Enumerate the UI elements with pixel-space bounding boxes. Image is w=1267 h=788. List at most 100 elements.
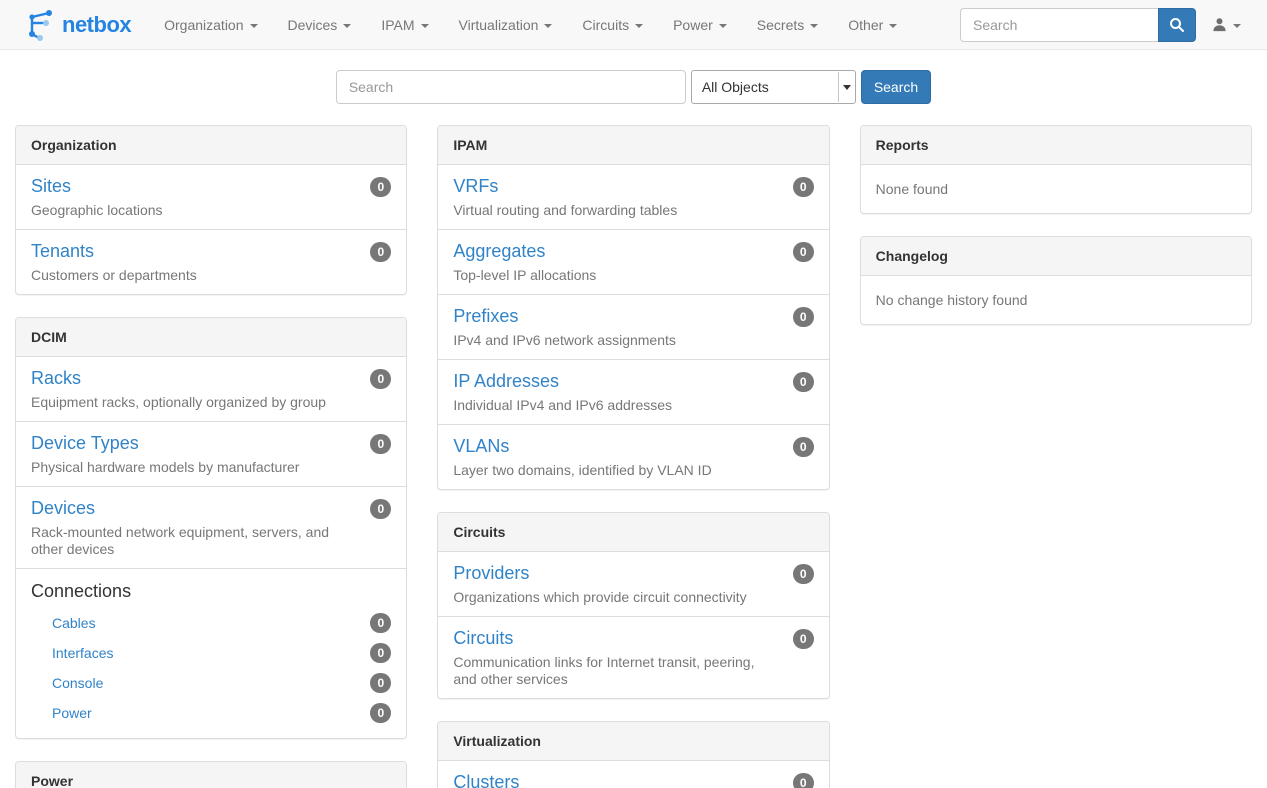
console-link[interactable]: Console: [52, 675, 103, 691]
navbar-search-button[interactable]: [1158, 8, 1196, 42]
top-navbar: netbox Organization Devices IPAM Virtual…: [0, 0, 1267, 50]
item-description: Communication links for Internet transit…: [453, 654, 813, 688]
global-search-bar: All Objects Search: [0, 70, 1267, 104]
caret-down-icon: [544, 24, 552, 28]
navbar-search-form: [960, 8, 1196, 42]
panel-title: Reports: [861, 126, 1251, 165]
list-item: Providers 0 Organizations which provide …: [438, 552, 828, 617]
devices-link[interactable]: Devices: [31, 497, 95, 519]
item-description: Rack-mounted network equipment, servers,…: [31, 524, 391, 558]
item-description: Organizations which provide circuit conn…: [453, 589, 813, 606]
panel-title: DCIM: [16, 318, 406, 357]
nav-item-ipam[interactable]: IPAM: [366, 0, 443, 50]
interfaces-link[interactable]: Interfaces: [52, 645, 113, 661]
count-badge: 0: [370, 369, 391, 389]
column-left: Organization Sites 0 Geographic location…: [0, 125, 422, 788]
search-icon: [1169, 17, 1185, 33]
connections-title: Connections: [31, 579, 391, 604]
count-badge: 0: [370, 673, 391, 693]
sites-link[interactable]: Sites: [31, 175, 71, 197]
count-badge: 0: [370, 499, 391, 519]
nav-item-other[interactable]: Other: [833, 0, 912, 50]
power-link[interactable]: Power: [52, 705, 92, 721]
netbox-logo[interactable]: netbox: [15, 8, 141, 42]
connection-row: Interfaces 0: [31, 638, 391, 668]
circuits-link[interactable]: Circuits: [453, 627, 513, 649]
main-search-button[interactable]: Search: [861, 70, 931, 104]
caret-down-icon: [421, 24, 429, 28]
panel-title: Changelog: [861, 237, 1251, 276]
providers-link[interactable]: Providers: [453, 562, 529, 584]
empty-state-text: No change history found: [861, 276, 1251, 324]
column-right: Reports None found Changelog No change h…: [845, 125, 1267, 788]
device-types-link[interactable]: Device Types: [31, 432, 139, 454]
nav-item-label: Devices: [288, 17, 338, 33]
count-badge: 0: [370, 242, 391, 262]
caret-down-icon: [250, 24, 258, 28]
item-description: Geographic locations: [31, 202, 391, 219]
nav-item-label: Organization: [164, 17, 243, 33]
nav-item-secrets[interactable]: Secrets: [742, 0, 833, 50]
list-item: Tenants 0 Customers or departments: [16, 230, 406, 294]
count-badge: 0: [370, 643, 391, 663]
count-badge: 0: [370, 703, 391, 723]
item-description: Virtual routing and forwarding tables: [453, 202, 813, 219]
connection-row: Power 0: [31, 698, 391, 728]
count-badge: 0: [793, 629, 814, 649]
nav-item-label: Power: [673, 17, 713, 33]
nav-item-devices[interactable]: Devices: [273, 0, 367, 50]
caret-down-icon: [889, 24, 897, 28]
count-badge: 0: [793, 773, 814, 788]
object-type-select-wrap: All Objects: [691, 70, 856, 104]
list-item: IP Addresses 0 Individual IPv4 and IPv6 …: [438, 360, 828, 425]
tenants-link[interactable]: Tenants: [31, 240, 94, 262]
connection-row: Cables 0: [31, 608, 391, 638]
power-panel: Power: [15, 761, 407, 788]
count-badge: 0: [370, 177, 391, 197]
nav-item-power[interactable]: Power: [658, 0, 742, 50]
main-search-input[interactable]: [336, 70, 686, 104]
ipam-panel: IPAM VRFs 0 Virtual routing and forwardi…: [437, 125, 829, 490]
object-type-select[interactable]: All Objects: [691, 70, 856, 104]
list-item: Aggregates 0 Top-level IP allocations: [438, 230, 828, 295]
item-description: Top-level IP allocations: [453, 267, 813, 284]
cables-link[interactable]: Cables: [52, 615, 96, 631]
count-badge: 0: [793, 177, 814, 197]
navbar-right: [960, 0, 1257, 50]
count-badge: 0: [370, 613, 391, 633]
list-item: Racks 0 Equipment racks, optionally orga…: [16, 357, 406, 422]
racks-link[interactable]: Racks: [31, 367, 81, 389]
vlans-link[interactable]: VLANs: [453, 435, 509, 457]
virtualization-panel: Virtualization Clusters 0: [437, 721, 829, 788]
item-description: Physical hardware models by manufacturer: [31, 459, 391, 476]
nav-item-virtualization[interactable]: Virtualization: [444, 0, 568, 50]
nav-item-organization[interactable]: Organization: [149, 0, 272, 50]
item-description: IPv4 and IPv6 network assignments: [453, 332, 813, 349]
organization-panel: Organization Sites 0 Geographic location…: [15, 125, 407, 295]
item-description: Customers or departments: [31, 267, 391, 284]
list-item: Sites 0 Geographic locations: [16, 165, 406, 230]
caret-down-icon: [1233, 24, 1241, 28]
ip-addresses-link[interactable]: IP Addresses: [453, 370, 559, 392]
caret-down-icon: [635, 24, 643, 28]
user-menu[interactable]: [1196, 0, 1257, 50]
netbox-logo-icon: [25, 8, 55, 42]
list-item: Circuits 0 Communication links for Inter…: [438, 617, 828, 698]
item-description: Layer two domains, identified by VLAN ID: [453, 462, 813, 479]
caret-down-icon: [810, 24, 818, 28]
vrfs-link[interactable]: VRFs: [453, 175, 498, 197]
nav-item-label: IPAM: [381, 17, 414, 33]
clusters-link[interactable]: Clusters: [453, 771, 519, 788]
list-item: Prefixes 0 IPv4 and IPv6 network assignm…: [438, 295, 828, 360]
navbar-search-input[interactable]: [960, 8, 1158, 42]
nav-item-label: Other: [848, 17, 883, 33]
panel-title: Power: [16, 762, 406, 788]
reports-panel: Reports None found: [860, 125, 1252, 214]
aggregates-link[interactable]: Aggregates: [453, 240, 545, 262]
dashboard: Organization Sites 0 Geographic location…: [0, 125, 1267, 788]
nav-item-circuits[interactable]: Circuits: [567, 0, 658, 50]
dcim-panel: DCIM Racks 0 Equipment racks, optionally…: [15, 317, 407, 739]
prefixes-link[interactable]: Prefixes: [453, 305, 518, 327]
panel-title: Virtualization: [438, 722, 828, 761]
nav-item-label: Virtualization: [459, 17, 539, 33]
